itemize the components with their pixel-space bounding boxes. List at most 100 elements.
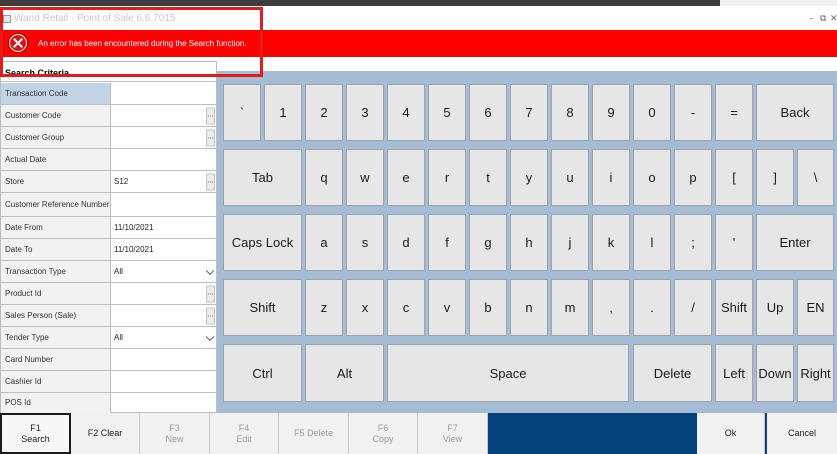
row-customer-code[interactable]: Customer Code ... xyxy=(1,105,216,127)
product-id-lookup-button[interactable]: ... xyxy=(206,285,215,302)
row-customer-reference-number[interactable]: Customer Reference Number xyxy=(1,193,216,217)
f3-new-button[interactable]: F3 New xyxy=(140,413,210,454)
f4-edit-button[interactable]: F4 Edit xyxy=(210,413,279,454)
row-store[interactable]: Store S12 ... xyxy=(1,171,216,193)
row-actual-date[interactable]: Actual Date xyxy=(1,149,216,171)
key-up[interactable]: Up xyxy=(756,279,794,336)
key-q[interactable]: q xyxy=(305,149,343,206)
key-n[interactable]: n xyxy=(510,279,548,336)
row-date-from[interactable]: Date From 11/10/2021 xyxy=(1,217,216,239)
key-a[interactable]: a xyxy=(305,214,343,271)
key-down[interactable]: Down xyxy=(756,344,794,402)
key-1[interactable]: 1 xyxy=(264,84,302,141)
row-cashier-id[interactable]: Cashier Id xyxy=(1,371,216,393)
store-lookup-button[interactable]: ... xyxy=(206,173,215,190)
tender-type-select[interactable]: All xyxy=(114,327,123,348)
store-input[interactable]: S12 xyxy=(114,171,128,192)
key-4[interactable]: 4 xyxy=(387,84,425,141)
key-alt[interactable]: Alt xyxy=(305,344,384,402)
f6-copy-button[interactable]: F6 Copy xyxy=(349,413,418,454)
key-e[interactable]: e xyxy=(387,149,425,206)
key-right-bracket[interactable]: ] xyxy=(756,149,794,206)
key-right[interactable]: Right xyxy=(797,344,834,402)
row-transaction-type[interactable]: Transaction Type All xyxy=(1,261,216,283)
key-g[interactable]: g xyxy=(469,214,507,271)
key-tab[interactable]: Tab xyxy=(223,149,302,206)
customer-group-lookup-button[interactable]: ... xyxy=(206,129,215,146)
row-tender-type[interactable]: Tender Type All xyxy=(1,327,216,349)
ok-button[interactable]: Ok xyxy=(697,413,765,454)
key-d[interactable]: d xyxy=(387,214,425,271)
row-card-number[interactable]: Card Number xyxy=(1,349,216,371)
row-date-to[interactable]: Date To 11/10/2021 xyxy=(1,239,216,261)
key-ctrl[interactable]: Ctrl xyxy=(223,344,302,402)
key-l[interactable]: l xyxy=(633,214,671,271)
key-back[interactable]: Back xyxy=(756,84,834,141)
key-backtick[interactable]: ` xyxy=(223,84,261,141)
key-5[interactable]: 5 xyxy=(428,84,466,141)
key-0[interactable]: 0 xyxy=(633,84,671,141)
key-h[interactable]: h xyxy=(510,214,548,271)
chevron-down-icon[interactable] xyxy=(205,332,215,341)
key-3[interactable]: 3 xyxy=(346,84,384,141)
key-7[interactable]: 7 xyxy=(510,84,548,141)
key-r[interactable]: r xyxy=(428,149,466,206)
row-transaction-code[interactable]: Transaction Code xyxy=(1,83,216,105)
key-period[interactable]: . xyxy=(633,279,671,336)
close-icon[interactable]: ✕ xyxy=(830,14,837,24)
key-z[interactable]: z xyxy=(305,279,343,336)
f1-search-button[interactable]: F1 Search xyxy=(0,413,71,454)
key-s[interactable]: s xyxy=(346,214,384,271)
key-backslash[interactable]: \ xyxy=(797,149,834,206)
key-i[interactable]: i xyxy=(592,149,630,206)
key-caps-lock[interactable]: Caps Lock xyxy=(223,214,302,271)
key-language-en[interactable]: EN xyxy=(797,279,834,336)
date-from-input[interactable]: 11/10/2021 xyxy=(114,217,153,238)
row-product-id[interactable]: Product Id ... xyxy=(1,283,216,305)
key-shift-left[interactable]: Shift xyxy=(223,279,302,336)
minimize-icon[interactable]: – xyxy=(809,14,814,24)
key-space[interactable]: Space xyxy=(387,344,629,402)
row-customer-group[interactable]: Customer Group ... xyxy=(1,127,216,149)
key-o[interactable]: o xyxy=(633,149,671,206)
sales-person-lookup-button[interactable]: ... xyxy=(206,307,215,324)
restore-icon[interactable]: ⧉ xyxy=(820,14,826,24)
key-b[interactable]: b xyxy=(469,279,507,336)
f7-view-button[interactable]: F7 View xyxy=(418,413,488,454)
key-y[interactable]: y xyxy=(510,149,548,206)
key-t[interactable]: t xyxy=(469,149,507,206)
chevron-down-icon[interactable] xyxy=(205,266,215,275)
key-delete[interactable]: Delete xyxy=(633,344,712,402)
key-u[interactable]: u xyxy=(551,149,589,206)
key-8[interactable]: 8 xyxy=(551,84,589,141)
key-6[interactable]: 6 xyxy=(469,84,507,141)
key-apostrophe[interactable]: ' xyxy=(715,214,753,271)
key-j[interactable]: j xyxy=(551,214,589,271)
cancel-button[interactable]: Cancel xyxy=(767,413,837,454)
key-shift-right[interactable]: Shift xyxy=(715,279,753,336)
f5-delete-button[interactable]: F5 Delete xyxy=(279,413,349,454)
key-x[interactable]: x xyxy=(346,279,384,336)
key-9[interactable]: 9 xyxy=(592,84,630,141)
key-left-bracket[interactable]: [ xyxy=(715,149,753,206)
row-pos-id[interactable]: POS Id xyxy=(1,393,216,413)
customer-code-lookup-button[interactable]: ... xyxy=(206,107,215,124)
key-semicolon[interactable]: ; xyxy=(674,214,712,271)
key-c[interactable]: c xyxy=(387,279,425,336)
key-m[interactable]: m xyxy=(551,279,589,336)
key-k[interactable]: k xyxy=(592,214,630,271)
transaction-type-select[interactable]: All xyxy=(114,261,123,282)
key-w[interactable]: w xyxy=(346,149,384,206)
key-slash[interactable]: / xyxy=(674,279,712,336)
key-2[interactable]: 2 xyxy=(305,84,343,141)
key-left[interactable]: Left xyxy=(715,344,753,402)
row-sales-person[interactable]: Sales Person (Sale) ... xyxy=(1,305,216,327)
key-minus[interactable]: - xyxy=(674,84,712,141)
f2-clear-button[interactable]: F2 Clear xyxy=(71,413,140,454)
date-to-input[interactable]: 11/10/2021 xyxy=(114,239,153,260)
key-p[interactable]: p xyxy=(674,149,712,206)
key-equals[interactable]: = xyxy=(715,84,753,141)
key-enter[interactable]: Enter xyxy=(756,214,834,271)
key-f[interactable]: f xyxy=(428,214,466,271)
key-v[interactable]: v xyxy=(428,279,466,336)
